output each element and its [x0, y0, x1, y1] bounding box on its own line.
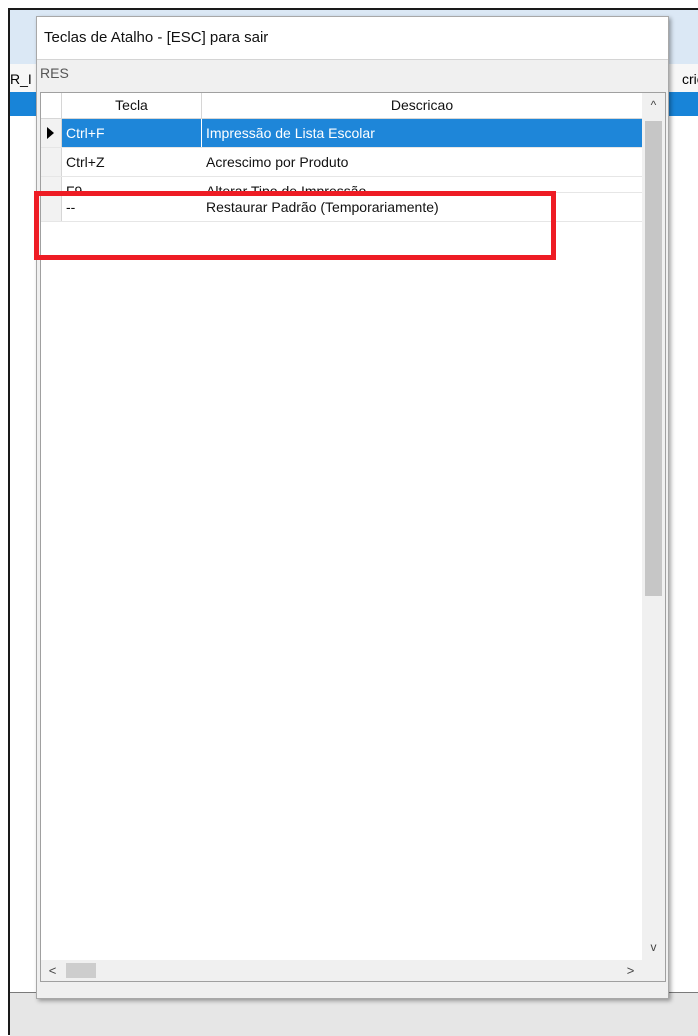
- cell-descricao: Acrescimo por Produto: [206, 154, 349, 170]
- dialog-title-bar: Teclas de Atalho - [ESC] para sair: [37, 17, 668, 60]
- vertical-scrollbar[interactable]: ^ v: [642, 93, 665, 960]
- background-column-label-right: cric: [682, 71, 698, 87]
- vertical-scroll-thumb[interactable]: [645, 121, 662, 596]
- current-row-arrow-icon: [47, 127, 54, 139]
- search-input[interactable]: [40, 63, 664, 83]
- background-column-label-left: R_I: [10, 71, 32, 87]
- scroll-down-icon[interactable]: v: [642, 935, 665, 960]
- row-indicator: [41, 177, 62, 192]
- row-indicator-header: [41, 93, 62, 118]
- scroll-right-icon[interactable]: >: [619, 960, 642, 981]
- horizontal-scrollbar[interactable]: < >: [41, 960, 642, 981]
- row-indicator: [41, 148, 62, 176]
- cell-tecla: Ctrl+Z: [66, 154, 105, 170]
- row-indicator: [41, 119, 62, 147]
- scrollbar-corner: [642, 960, 665, 981]
- grid-header: Tecla Descricao: [41, 93, 642, 119]
- horizontal-scroll-thumb[interactable]: [66, 963, 96, 978]
- scroll-left-icon[interactable]: <: [41, 960, 64, 981]
- red-highlight-annotation: [34, 191, 556, 260]
- cell-descricao: Impressão de Lista Escolar: [202, 119, 642, 147]
- column-header-tecla[interactable]: Tecla: [62, 93, 202, 118]
- table-row[interactable]: Ctrl+Z Acrescimo por Produto: [41, 148, 642, 177]
- column-header-descricao[interactable]: Descricao: [202, 93, 642, 118]
- scroll-up-icon[interactable]: ^: [642, 93, 665, 118]
- search-row: [37, 60, 668, 87]
- dialog-title: Teclas de Atalho - [ESC] para sair: [44, 29, 269, 46]
- cell-tecla: Ctrl+F: [62, 119, 201, 147]
- table-row[interactable]: Ctrl+F Impressão de Lista Escolar: [41, 119, 642, 148]
- shortcut-keys-dialog: Teclas de Atalho - [ESC] para sair Tecla…: [36, 16, 669, 999]
